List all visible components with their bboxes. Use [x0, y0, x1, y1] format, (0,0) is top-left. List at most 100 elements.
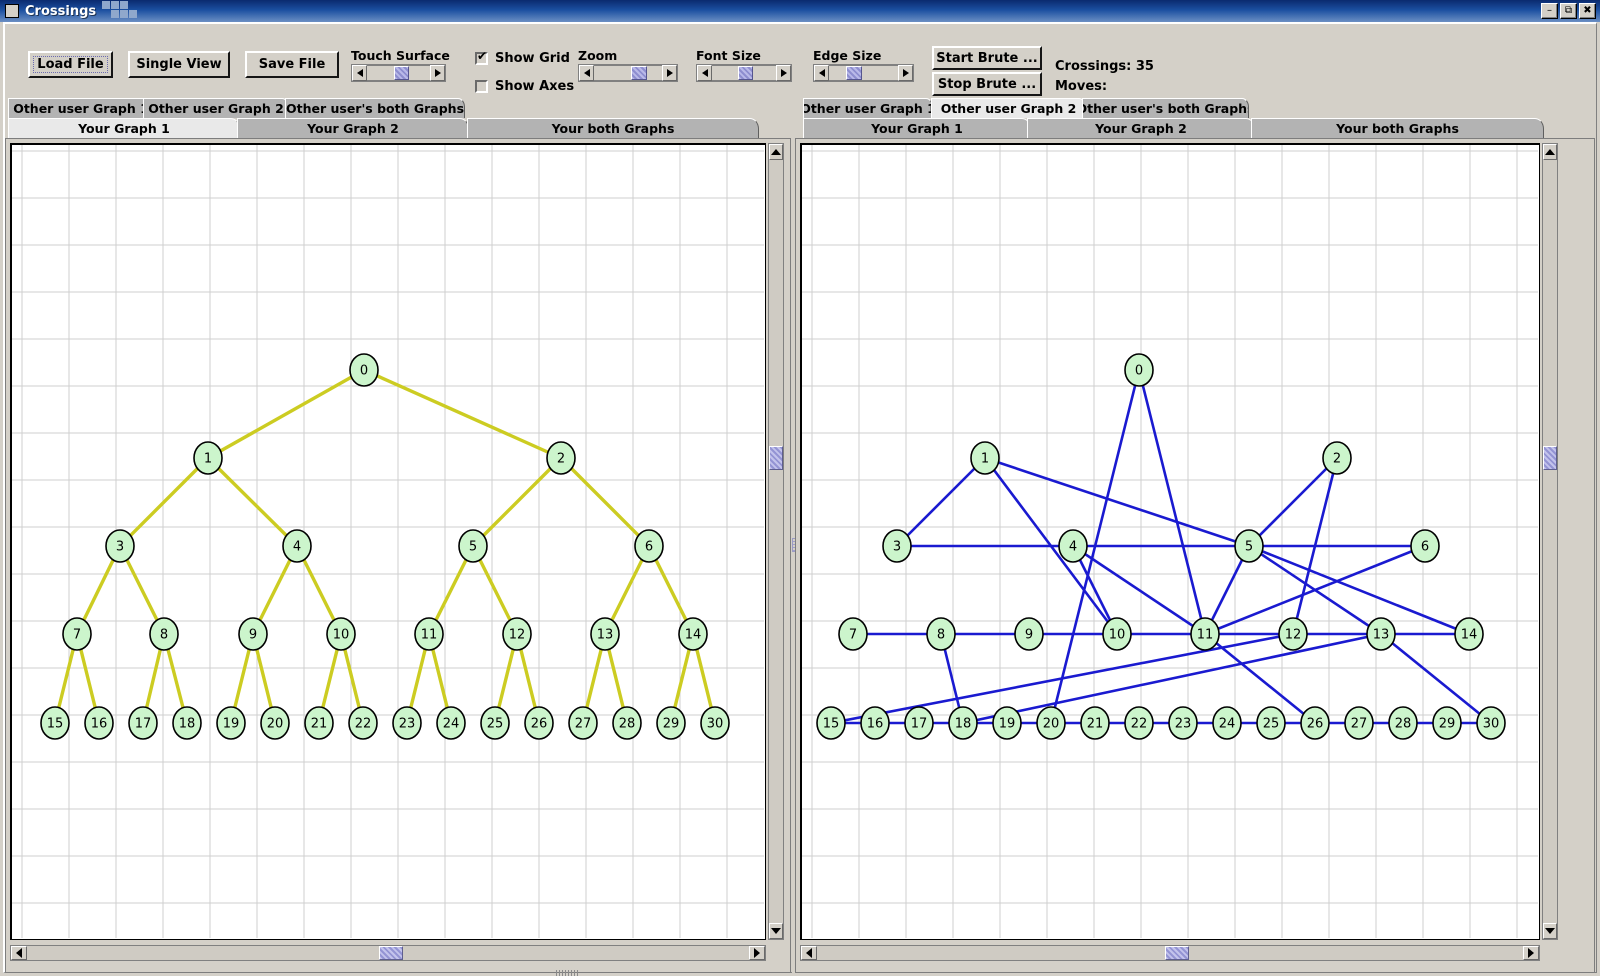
tab-your-graph-1-right[interactable]: Your Graph 1 — [803, 118, 1031, 138]
edge-size-right-arrow[interactable] — [898, 65, 913, 81]
graph-canvas-right[interactable]: 0123456789101112131415161718192021222324… — [800, 143, 1540, 940]
tab-other-user-graph-1-right[interactable]: Other user Graph 1 — [803, 98, 933, 118]
tab-label: Other user Graph 1 — [13, 101, 149, 116]
tab-your-graph-2-right[interactable]: Your Graph 2 — [1027, 118, 1255, 138]
graph-canvas-left[interactable]: 0123456789101112131415161718192021222324… — [10, 143, 766, 940]
zoom-thumb[interactable] — [631, 66, 647, 80]
svg-text:30: 30 — [1483, 717, 1500, 732]
zoom-slider[interactable]: Zoom — [578, 48, 678, 82]
window-icon[interactable] — [5, 4, 19, 18]
tab-your-both-graphs-left[interactable]: Your both Graphs — [467, 118, 759, 138]
tab-other-user-graph-2-right[interactable]: Other user Graph 2 — [931, 98, 1086, 118]
font-size-right-arrow[interactable] — [776, 65, 791, 81]
graph-node-0: 0 — [350, 354, 378, 386]
font-size-slider[interactable]: Font Size — [696, 48, 792, 82]
right-panel-lower-tabs: Your Graph 1 Your Graph 2 Your both Grap… — [795, 118, 1595, 138]
graph-node-29: 29 — [657, 707, 685, 739]
right-scroll-left-button[interactable] — [801, 946, 817, 960]
touch-surface-track[interactable] — [367, 65, 430, 81]
left-scroll-left-button[interactable] — [11, 946, 27, 960]
left-horizontal-scrollbar[interactable] — [10, 945, 766, 961]
right-hscroll-thumb[interactable] — [1165, 946, 1189, 960]
left-scroll-down-button[interactable] — [769, 923, 783, 939]
font-size-left-arrow[interactable] — [697, 65, 712, 81]
font-size-track[interactable] — [712, 65, 776, 81]
right-vertical-scrollbar[interactable] — [1542, 143, 1558, 940]
graph-node-11: 11 — [1191, 618, 1219, 650]
show-grid-checkbox[interactable]: Show Grid — [475, 51, 570, 66]
right-graph-container: 0123456789101112131415161718192021222324… — [795, 138, 1595, 973]
start-brute-button[interactable]: Start Brute ... — [932, 46, 1042, 70]
svg-text:20: 20 — [1043, 717, 1060, 732]
graph-node-30: 30 — [701, 707, 729, 739]
touch-surface-left-arrow[interactable] — [352, 65, 367, 81]
left-vscroll-track[interactable] — [769, 160, 783, 923]
right-scroll-down-button[interactable] — [1543, 923, 1557, 939]
svg-text:25: 25 — [487, 717, 504, 732]
other-user-graph-2-svg[interactable]: 0123456789101112131415161718192021222324… — [802, 145, 1538, 938]
edge-size-track[interactable] — [829, 65, 898, 81]
svg-text:16: 16 — [91, 717, 108, 732]
tab-label: Your Graph 2 — [1095, 121, 1187, 136]
right-hscroll-track[interactable] — [817, 946, 1523, 960]
left-vertical-scrollbar[interactable] — [768, 143, 784, 940]
edge-size-slider[interactable]: Edge Size — [813, 48, 914, 82]
left-scroll-right-button[interactable] — [749, 946, 765, 960]
graph-node-0: 0 — [1125, 354, 1153, 386]
right-scroll-right-button[interactable] — [1523, 946, 1539, 960]
touch-surface-thumb[interactable] — [394, 66, 409, 80]
load-file-button[interactable]: Load File — [28, 51, 113, 78]
svg-text:5: 5 — [469, 540, 477, 555]
svg-text:27: 27 — [1351, 717, 1368, 732]
show-axes-checkbox-box[interactable] — [475, 80, 488, 93]
svg-text:0: 0 — [1135, 364, 1143, 379]
touch-surface-right-arrow[interactable] — [430, 65, 445, 81]
save-file-button[interactable]: Save File — [245, 51, 339, 78]
tab-other-user-graph-2-left[interactable]: Other user Graph 2 — [143, 98, 289, 118]
left-scroll-up-button[interactable] — [769, 144, 783, 160]
touch-surface-slider[interactable]: Touch Surface — [351, 48, 446, 82]
font-size-thumb[interactable] — [738, 66, 753, 80]
graph-nodes: 0123456789101112131415161718192021222324… — [41, 354, 729, 739]
stop-brute-button[interactable]: Stop Brute ... — [932, 72, 1042, 96]
graph-node-7: 7 — [63, 618, 91, 650]
edge-size-thumb[interactable] — [846, 66, 862, 80]
graph-node-1: 1 — [194, 442, 222, 474]
tab-your-graph-2-left[interactable]: Your Graph 2 — [237, 118, 469, 138]
maximize-button[interactable]: ⧉ — [1560, 3, 1577, 19]
left-vscroll-thumb[interactable] — [769, 446, 783, 470]
tab-your-both-graphs-right[interactable]: Your both Graphs — [1251, 118, 1544, 138]
left-hscroll-track[interactable] — [27, 946, 749, 960]
right-vscroll-thumb[interactable] — [1543, 446, 1557, 470]
graph-node-20: 20 — [261, 707, 289, 739]
graph-node-9: 9 — [239, 618, 267, 650]
minimize-button[interactable]: – — [1541, 3, 1558, 19]
right-vscroll-track[interactable] — [1543, 160, 1557, 923]
zoom-left-arrow[interactable] — [579, 65, 594, 81]
svg-text:15: 15 — [823, 717, 840, 732]
svg-text:12: 12 — [1285, 628, 1302, 643]
left-hscroll-thumb[interactable] — [379, 946, 403, 960]
window-gripper[interactable] — [556, 970, 578, 976]
left-panel: Other user Graph 1 Other user Graph 2 Ot… — [5, 98, 791, 973]
right-horizontal-scrollbar[interactable] — [800, 945, 1540, 961]
tab-other-users-both-graphs-left[interactable]: Other user's both Graphs — [285, 98, 465, 118]
single-view-button[interactable]: Single View — [128, 51, 230, 78]
tab-other-user-graph-1-left[interactable]: Other user Graph 1 — [8, 98, 154, 118]
svg-text:4: 4 — [293, 540, 301, 555]
zoom-track[interactable] — [594, 65, 662, 81]
tab-other-users-both-graphs-right[interactable]: Other user's both Graphs — [1082, 98, 1249, 118]
svg-text:24: 24 — [443, 717, 460, 732]
show-grid-checkbox-box[interactable] — [475, 52, 488, 65]
zoom-right-arrow[interactable] — [662, 65, 677, 81]
edge-size-label: Edge Size — [813, 48, 914, 63]
show-axes-checkbox[interactable]: Show Axes — [475, 79, 574, 94]
graph-node-27: 27 — [569, 707, 597, 739]
edge-size-left-arrow[interactable] — [814, 65, 829, 81]
right-scroll-up-button[interactable] — [1543, 144, 1557, 160]
svg-text:18: 18 — [179, 717, 196, 732]
your-graph-1-svg[interactable]: 0123456789101112131415161718192021222324… — [12, 145, 764, 938]
close-button[interactable]: ✖ — [1579, 3, 1596, 19]
svg-text:11: 11 — [1197, 628, 1214, 643]
tab-your-graph-1[interactable]: Your Graph 1 — [8, 118, 240, 138]
